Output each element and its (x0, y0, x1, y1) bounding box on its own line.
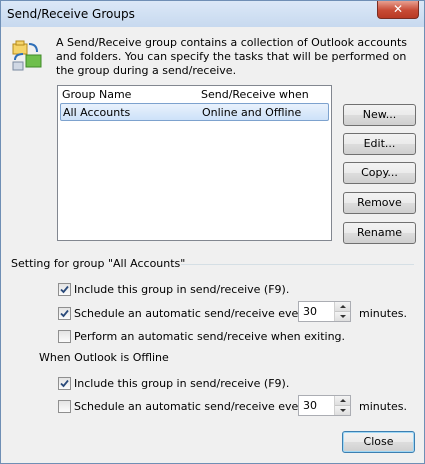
arrow-down-icon (340, 315, 346, 318)
offline-minutes-value[interactable]: 30 (303, 399, 317, 412)
send-receive-groups-dialog: Send/Receive Groups ✕ A Send/Receive gro… (0, 0, 425, 464)
include-online-checkbox[interactable] (58, 283, 71, 296)
schedule-online-checkbox[interactable] (58, 307, 71, 320)
include-offline-checkbox[interactable] (58, 377, 71, 390)
checkmark-icon (60, 379, 69, 388)
spin-up-button[interactable] (335, 396, 350, 406)
copy-button[interactable]: Copy... (343, 162, 416, 184)
dialog-body: A Send/Receive group contains a collecti… (1, 27, 424, 463)
arrow-down-icon (340, 409, 346, 412)
close-button[interactable]: Close (342, 431, 415, 453)
row-send-receive-when: Online and Offline (202, 106, 302, 119)
rename-button[interactable]: Rename (343, 222, 416, 244)
online-minutes-unit: minutes. (359, 307, 408, 320)
row-group-name: All Accounts (63, 106, 131, 119)
spinner-arrows (334, 302, 350, 321)
arrow-up-icon (340, 305, 346, 308)
offline-minutes-spinner[interactable]: 30 (298, 395, 351, 416)
spin-down-button[interactable] (335, 406, 350, 415)
checkmark-icon (60, 309, 69, 318)
spin-up-button[interactable] (335, 302, 350, 312)
exit-sendreceive-checkbox[interactable] (58, 330, 71, 343)
send-receive-groups-icon (12, 40, 42, 71)
include-online-label[interactable]: Include this group in send/receive (F9). (74, 283, 289, 296)
online-minutes-value[interactable]: 30 (303, 305, 317, 318)
offline-section-title: When Outlook is Offline (39, 351, 169, 364)
online-minutes-spinner[interactable]: 30 (298, 301, 351, 322)
spinner-arrows (334, 396, 350, 415)
edit-button[interactable]: Edit... (343, 133, 416, 155)
window-title: Send/Receive Groups (7, 7, 135, 21)
arrow-up-icon (340, 399, 346, 402)
include-offline-label[interactable]: Include this group in send/receive (F9). (74, 377, 289, 390)
group-list[interactable]: Group Name Send/Receive when All Account… (57, 85, 332, 241)
remove-button[interactable]: Remove (343, 192, 416, 214)
list-row-all-accounts[interactable]: All Accounts Online and Offline (60, 103, 329, 121)
column-header-send-receive-when[interactable]: Send/Receive when (201, 88, 309, 101)
checkmark-icon (60, 285, 69, 294)
column-header-group-name[interactable]: Group Name (62, 88, 131, 101)
offline-minutes-unit: minutes. (359, 400, 408, 413)
close-window-button[interactable]: ✕ (377, 1, 419, 19)
title-bar[interactable]: Send/Receive Groups ✕ (1, 1, 424, 27)
intro-text: A Send/Receive group contains a collecti… (56, 36, 407, 77)
new-button[interactable]: New... (343, 104, 416, 126)
spin-down-button[interactable] (335, 312, 350, 321)
settings-group-title: Setting for group "All Accounts" (11, 257, 186, 270)
schedule-online-label[interactable]: Schedule an automatic send/receive every (74, 307, 309, 320)
exit-sendreceive-label[interactable]: Perform an automatic send/receive when e… (74, 330, 345, 343)
schedule-offline-checkbox[interactable] (58, 400, 71, 413)
group-divider (181, 264, 414, 265)
schedule-offline-label[interactable]: Schedule an automatic send/receive every (74, 400, 309, 413)
